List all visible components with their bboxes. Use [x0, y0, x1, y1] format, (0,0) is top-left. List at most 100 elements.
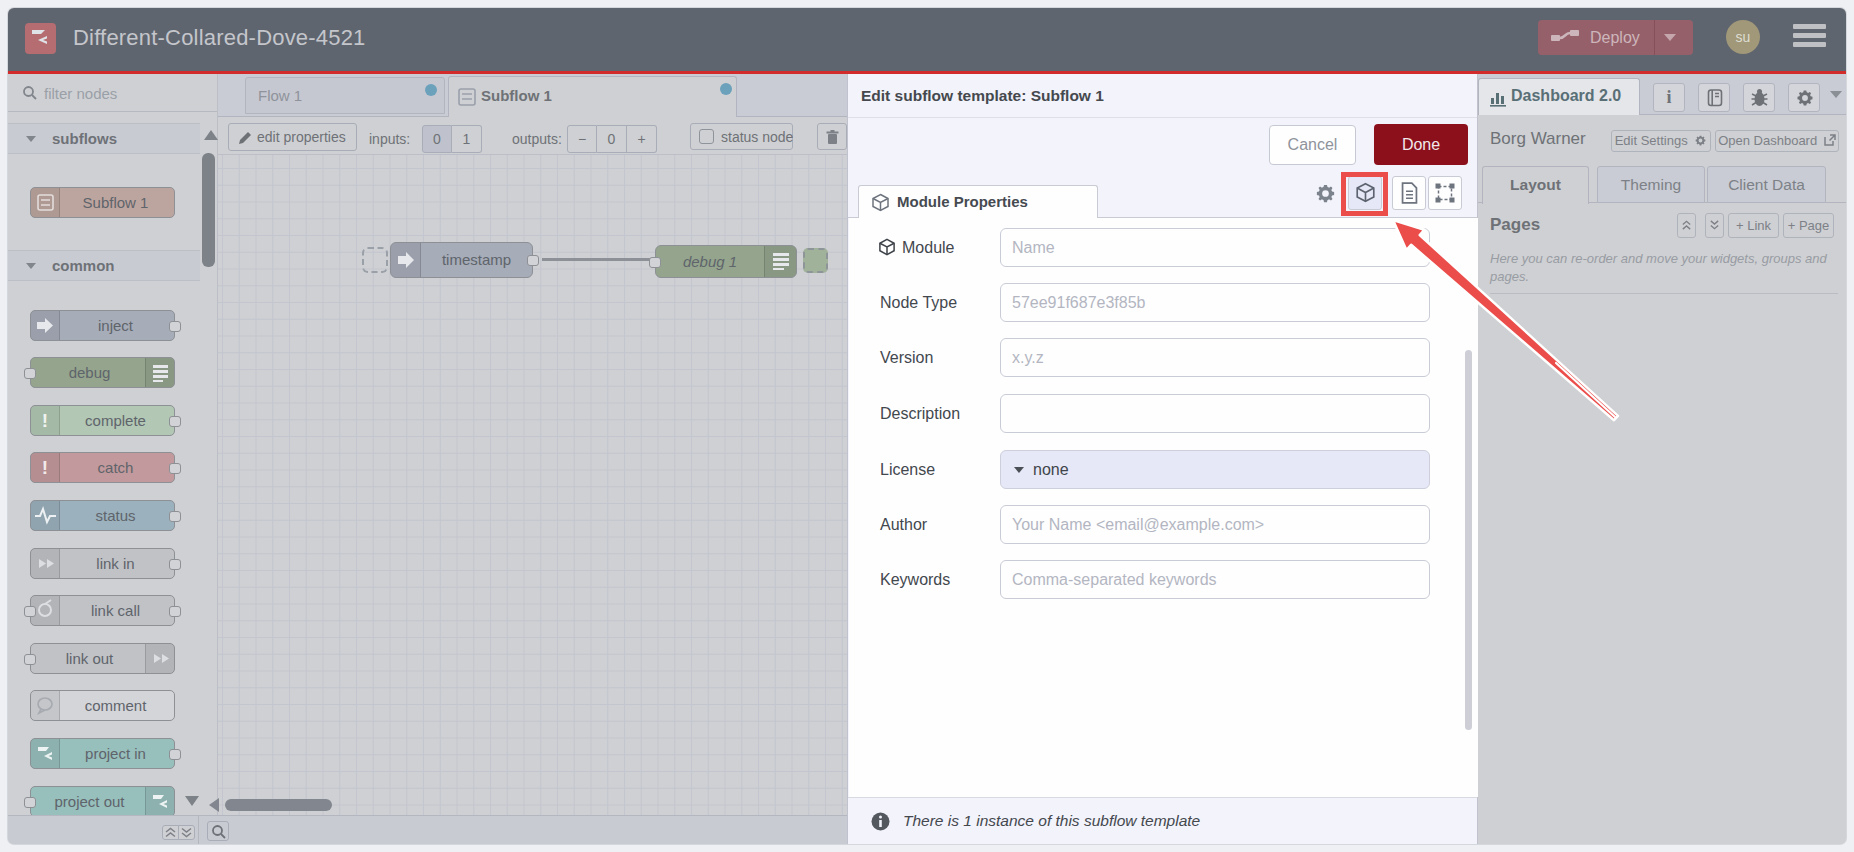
license-select[interactable]: none	[1000, 450, 1430, 489]
pages-help-text: Here you can re-order and move your widg…	[1490, 250, 1842, 286]
debug-tab-button[interactable]	[1743, 83, 1775, 112]
tab-subflow-1[interactable]: Subflow 1	[448, 76, 737, 117]
right-sidebar: Dashboard 2.0 i Borg Warner Edit Setting…	[1478, 74, 1846, 844]
info-icon	[871, 812, 890, 831]
debug-icon	[765, 246, 797, 277]
inputs-one-button[interactable]: 1	[452, 125, 482, 153]
instance-count-text: There is 1 instance of this subflow temp…	[903, 812, 1200, 830]
palette-filter-input[interactable]	[44, 80, 204, 106]
inputs-toggle[interactable]: 0 1	[422, 125, 482, 153]
status-node-checkbox[interactable]	[699, 129, 714, 144]
outputs-plus-button[interactable]: +	[627, 125, 657, 153]
search-icon	[22, 85, 38, 101]
canvas-scroll-left-icon[interactable]	[209, 798, 219, 812]
palette-node-debug[interactable]: debug	[30, 357, 175, 388]
outputs-minus-button[interactable]: −	[567, 125, 597, 153]
move-up-button[interactable]	[1677, 213, 1696, 238]
double-chevron-up-icon	[1681, 219, 1692, 231]
description-label: Description	[880, 405, 960, 423]
gear-icon[interactable]	[1314, 182, 1337, 205]
author-label: Author	[880, 516, 927, 534]
tab-client-data[interactable]: Client Data	[1707, 166, 1826, 203]
outputs-label: outputs:	[512, 131, 562, 147]
debug-toggle-button[interactable]	[803, 248, 828, 273]
tab-module-properties[interactable]: Module Properties	[858, 185, 1098, 218]
add-link-button[interactable]: + Link	[1728, 213, 1779, 238]
palette-node-project-out[interactable]: project out	[30, 786, 175, 817]
node-red-app: Different-Collared-Dove-4521 Deploy su s…	[8, 8, 1846, 844]
search-flows-button[interactable]	[207, 821, 229, 841]
node-type-input[interactable]	[1000, 283, 1430, 322]
help-tab-button[interactable]	[1698, 83, 1730, 112]
gear-icon	[1694, 134, 1707, 147]
palette-node-status[interactable]: status	[30, 500, 175, 531]
tab-flow-1[interactable]: Flow 1	[245, 77, 445, 114]
footer-divider	[198, 816, 199, 844]
flow-canvas[interactable]: timestamp debug 1	[218, 155, 847, 815]
status-node-toggle[interactable]: status node	[690, 123, 793, 150]
cancel-button[interactable]: Cancel	[1269, 125, 1356, 165]
subflow-input-ghost[interactable]	[362, 247, 388, 273]
palette-node-link-call[interactable]: link call	[30, 595, 175, 626]
author-input[interactable]	[1000, 505, 1430, 544]
palette-search[interactable]	[8, 74, 217, 112]
pencil-icon	[238, 131, 252, 145]
done-button[interactable]: Done	[1374, 124, 1468, 165]
tab-layout[interactable]: Layout	[1482, 166, 1589, 204]
palette-node-project-in[interactable]: project in	[30, 738, 175, 769]
palette-scroll-down-icon[interactable]	[185, 796, 199, 806]
palette-section-subflows[interactable]: subflows	[8, 123, 200, 154]
move-down-button[interactable]	[1705, 213, 1724, 238]
tab-dashboard-2[interactable]: Dashboard 2.0	[1478, 78, 1640, 115]
palette-collapse-button[interactable]	[162, 825, 179, 840]
canvas-horizontal-scrollbar[interactable]	[225, 799, 332, 811]
palette-node-comment[interactable]: comment	[30, 690, 175, 721]
cube-icon	[871, 193, 890, 212]
main-menu-icon[interactable]	[1793, 24, 1826, 52]
description-icon-button[interactable]	[1392, 176, 1426, 210]
unsaved-changes-dot	[720, 83, 732, 95]
edit-settings-button[interactable]: Edit Settings	[1611, 130, 1711, 152]
palette-node-link-in[interactable]: link in	[30, 548, 175, 579]
delete-subflow-button[interactable]	[817, 123, 847, 150]
wire[interactable]	[542, 258, 658, 261]
module-input[interactable]	[1000, 228, 1430, 267]
deploy-options-caret-icon[interactable]	[1664, 34, 1676, 41]
palette: subflows Subflow 1 common inject debug !…	[8, 74, 218, 815]
description-input[interactable]	[1000, 394, 1430, 433]
info-tab-button[interactable]: i	[1653, 83, 1685, 112]
inputs-zero-button[interactable]: 0	[422, 125, 452, 153]
flow-node-timestamp[interactable]: timestamp	[390, 242, 533, 278]
palette-expand-button[interactable]	[178, 825, 195, 840]
version-input[interactable]	[1000, 338, 1430, 377]
sidebar-options-caret-icon[interactable]	[1830, 91, 1842, 98]
palette-node-complete[interactable]: ! complete	[30, 405, 175, 436]
palette-node-catch[interactable]: ! catch	[30, 452, 175, 483]
palette-node-link-out[interactable]: link out	[30, 643, 175, 674]
keywords-input[interactable]	[1000, 560, 1430, 599]
sidebar-tab-bar: Dashboard 2.0 i	[1478, 74, 1846, 115]
palette-scroll-up-icon[interactable]	[204, 130, 218, 140]
bar-chart-icon	[1489, 89, 1507, 107]
info-icon: i	[1654, 84, 1684, 111]
dialog-title: Edit subflow template: Subflow 1	[861, 87, 1104, 105]
palette-node-inject[interactable]: inject	[30, 310, 175, 341]
open-dashboard-button[interactable]: Open Dashboard	[1715, 130, 1839, 152]
module-label: Module	[902, 239, 954, 257]
tab-theming[interactable]: Theming	[1597, 166, 1705, 203]
appearance-icon-button[interactable]	[1428, 176, 1462, 210]
edit-subflow-dialog: Edit subflow template: Subflow 1 Cancel …	[847, 74, 1478, 844]
settings-tab-button[interactable]	[1788, 83, 1820, 112]
outputs-stepper[interactable]: − 0 +	[567, 125, 657, 153]
add-page-button[interactable]: + Page	[1783, 213, 1834, 238]
palette-node-subflow-1[interactable]: Subflow 1	[30, 187, 175, 218]
edit-properties-button[interactable]: edit properties	[228, 123, 357, 151]
palette-section-common[interactable]: common	[8, 250, 200, 281]
user-avatar[interactable]: su	[1726, 20, 1760, 54]
deploy-button[interactable]: Deploy	[1538, 20, 1693, 55]
palette-scrollbar[interactable]	[202, 153, 215, 267]
bug-icon	[1751, 88, 1768, 108]
node-red-logo-icon[interactable]	[25, 23, 56, 54]
flow-node-debug-1[interactable]: debug 1	[655, 245, 797, 278]
dialog-scrollbar[interactable]	[1465, 350, 1472, 730]
